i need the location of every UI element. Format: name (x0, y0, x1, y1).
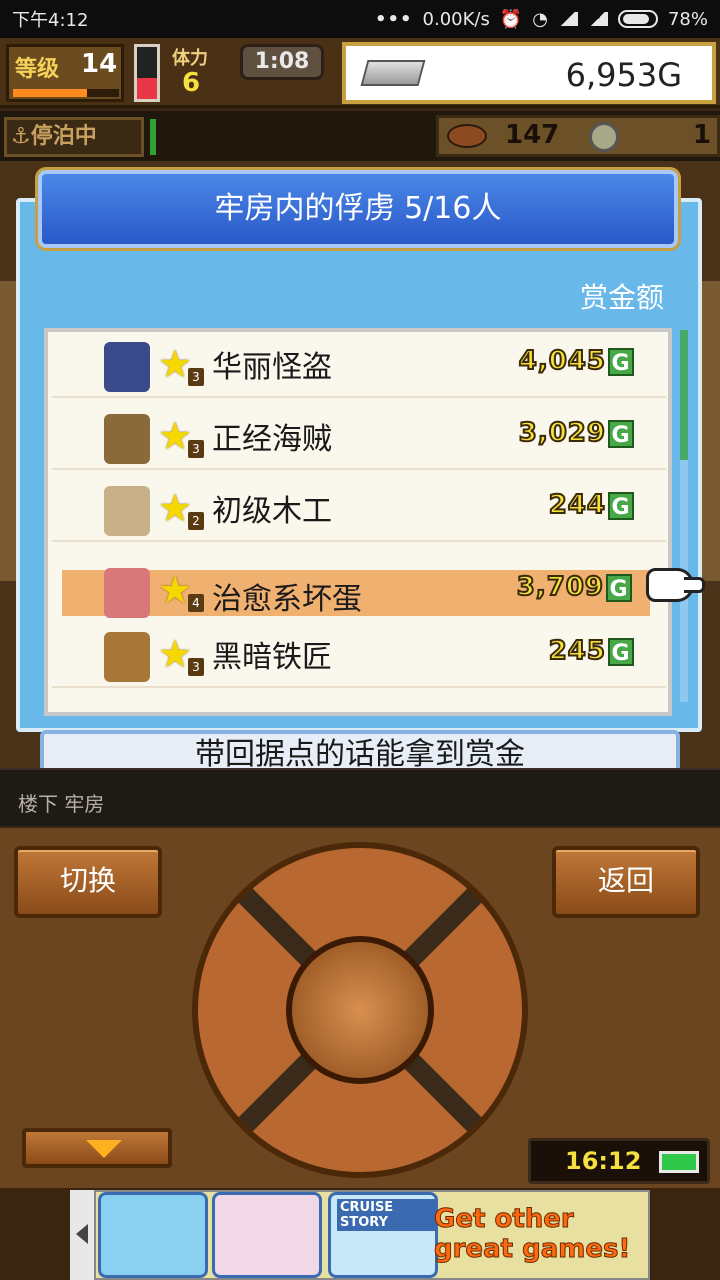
gold-currency-badge: G (608, 347, 634, 376)
level-value: 14 (81, 49, 118, 79)
status-bar: 下午4:12 ••• 0.00K/s ⏰ ◔ 78% (0, 0, 720, 38)
rank-badge: 3 (188, 440, 204, 458)
stamina-value: 6 (182, 68, 201, 98)
down-arrow-icon (86, 1140, 122, 1158)
bounty-amount: 3,029 (518, 417, 606, 449)
gold-currency-badge: G (606, 573, 632, 602)
gold-currency-badge: G (608, 491, 634, 520)
prisoner-name: 初级木工 (212, 494, 332, 529)
dialog-title: 牢房内的俘虏 5/16人 (214, 191, 502, 226)
silver-ingot-icon (360, 60, 426, 86)
bounty-amount: 3,709 (516, 571, 604, 603)
signal-icon-2 (587, 12, 608, 26)
level-panel: 等级 14 (6, 44, 124, 102)
prisoner-row[interactable]: ★ 3 黑暗铁匠 245 G (52, 622, 666, 688)
dialog-title-bar: 牢房内的俘虏 5/16人 (38, 170, 678, 248)
hp-gauge (134, 44, 160, 102)
dock-indicator (150, 119, 156, 155)
scroll-thumb[interactable] (680, 330, 688, 460)
ad-cta[interactable]: Get other great games! (430, 1192, 646, 1278)
ad-game-tile-2[interactable] (212, 1192, 322, 1278)
prisoner-name: 治愈系坏蛋 (212, 582, 362, 617)
prisoner-row[interactable]: ★ 2 初级木工 244 G (52, 476, 666, 542)
gold-currency-badge: G (608, 637, 634, 666)
cruise-story-label: CRUISE STORY (337, 1199, 435, 1231)
bounty-amount: 4,045 (518, 345, 606, 377)
prisoner-avatar (104, 568, 150, 618)
bounty-value: 244 G (548, 489, 634, 521)
level-label: 等级 (15, 57, 60, 82)
game-hud: 等级 14 体力 6 1:08 6,953G (0, 38, 720, 108)
dock-status: ⚓停泊中 (4, 117, 144, 157)
bounty-amount: 245 (548, 635, 606, 667)
status-time: 下午4:12 (12, 10, 89, 31)
game-time-panel: 16:12 (528, 1138, 710, 1184)
prisoner-avatar (104, 342, 150, 392)
confirm-button[interactable] (286, 936, 434, 1084)
rank-badge: 3 (188, 368, 204, 386)
prisoner-avatar (104, 414, 150, 464)
wifi-icon: ◔ (532, 8, 548, 30)
battery-icon (659, 1151, 699, 1173)
prisoner-list: ★ 3 华丽怪盗 4,045 G ★ 3 正经海贼 3,029 G ★ 2 初级木工 244 G ★ 4 治愈系坏… (44, 328, 672, 716)
level-progress-bar (13, 89, 119, 97)
list-scrollbar[interactable] (680, 330, 688, 702)
ad-game-tile-3[interactable]: CRUISE STORY (328, 1192, 438, 1278)
dock-status-label: 停泊中 (30, 124, 97, 149)
gold-currency-badge: G (608, 419, 634, 448)
prisoner-avatar (104, 486, 150, 536)
signal-icon (557, 12, 578, 26)
battery-icon (617, 10, 658, 28)
menu-down-button[interactable] (22, 1128, 172, 1168)
game-time: 16:12 (565, 1147, 642, 1175)
food-panel: 147 1 (436, 115, 720, 157)
coin-value: 1 (692, 120, 711, 150)
prisoner-row[interactable]: ★ 3 华丽怪盗 4,045 G (52, 332, 666, 398)
battery-percent: 78% (667, 8, 708, 30)
location-text: 楼下 牢房 (18, 792, 105, 816)
prisoner-name: 华丽怪盗 (212, 350, 332, 385)
bounty-value: 4,045 G (518, 345, 634, 377)
gold-value: 6,953G (565, 56, 682, 94)
status-icons: ••• 0.00K/s ⏰ ◔ 78% (375, 9, 708, 30)
stamina-label: 体力 (172, 48, 208, 69)
prisoner-row[interactable]: ★ 3 正经海贼 3,029 G (52, 404, 666, 470)
rank-badge: 3 (188, 658, 204, 676)
back-button[interactable]: 返回 (552, 846, 700, 918)
prisoner-avatar (104, 632, 150, 682)
alarm-icon: ⏰ (499, 8, 523, 30)
ad-game-tile-1[interactable] (98, 1192, 208, 1278)
coin-icon (589, 122, 619, 152)
game-hud-secondary: ⚓停泊中 147 1 (0, 111, 720, 161)
rank-badge: 2 (188, 512, 204, 530)
bounty-header: 赏金额 (579, 281, 664, 314)
game-clock: 1:08 (240, 44, 324, 80)
prisoner-name: 黑暗铁匠 (212, 640, 332, 675)
bounty-value: 3,709 G (516, 571, 632, 603)
prisoner-row[interactable]: ★ 4 治愈系坏蛋 3,709 G (62, 568, 650, 618)
rank-badge: 4 (188, 594, 204, 612)
bounty-value: 3,029 G (518, 417, 634, 449)
prisoner-name: 正经海贼 (212, 422, 332, 457)
bounty-amount: 244 (548, 489, 606, 521)
ad-prev-arrow[interactable] (70, 1190, 96, 1280)
bounty-value: 245 G (548, 635, 634, 667)
game-screen: 下午4:12 ••• 0.00K/s ⏰ ◔ 78% 等级 14 体力 6 1:… (0, 0, 720, 1280)
food-value: 147 (505, 120, 560, 150)
location-bar: 楼下 牢房 (0, 768, 720, 826)
pointer-hand-icon (646, 568, 705, 602)
switch-button[interactable]: 切换 (14, 846, 162, 918)
gold-panel: 6,953G (342, 42, 716, 104)
more-dots-icon: ••• (375, 8, 413, 30)
meat-icon (447, 124, 487, 148)
net-speed: 0.00K/s (422, 8, 490, 30)
